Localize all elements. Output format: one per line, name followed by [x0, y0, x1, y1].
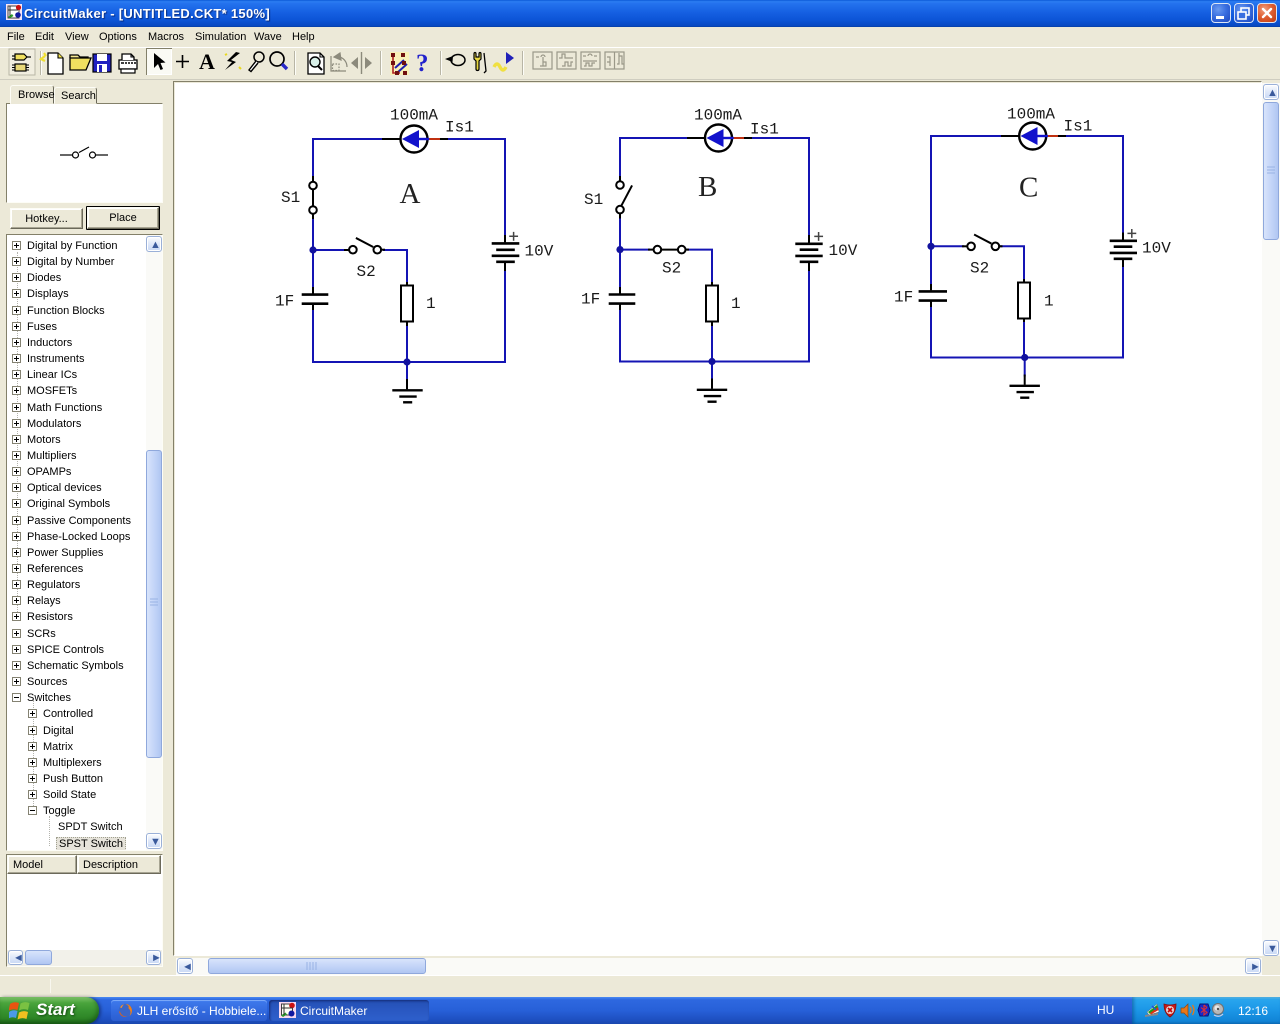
- svg-text:S2: S2: [662, 260, 681, 278]
- svg-text:B: B: [698, 171, 717, 203]
- svg-text:S1: S1: [281, 189, 300, 207]
- svg-text:S2: S2: [357, 263, 376, 281]
- svg-text:A: A: [400, 178, 421, 210]
- svg-text:10V: 10V: [829, 242, 858, 260]
- svg-text:100mA: 100mA: [390, 107, 438, 125]
- svg-text:100mA: 100mA: [694, 107, 742, 125]
- svg-text:1: 1: [731, 295, 741, 313]
- svg-text:C: C: [1019, 172, 1038, 204]
- svg-text:A: A: [199, 49, 215, 74]
- svg-text:?: ?: [416, 50, 429, 77]
- svg-text:Is1: Is1: [750, 121, 779, 139]
- svg-text:Is1: Is1: [445, 119, 474, 137]
- svg-text:100mA: 100mA: [1007, 106, 1055, 124]
- svg-text:10V: 10V: [1142, 240, 1171, 258]
- svg-text:Is1: Is1: [1064, 118, 1093, 136]
- svg-text:S2: S2: [970, 260, 989, 278]
- svg-text:10V: 10V: [525, 243, 554, 261]
- svg-text:1F: 1F: [581, 291, 600, 309]
- svg-text:1F: 1F: [275, 293, 294, 311]
- svg-text:1F: 1F: [894, 289, 913, 307]
- svg-text:1: 1: [426, 295, 436, 313]
- svg-text:1: 1: [1044, 293, 1054, 311]
- svg-text:S1: S1: [584, 191, 603, 209]
